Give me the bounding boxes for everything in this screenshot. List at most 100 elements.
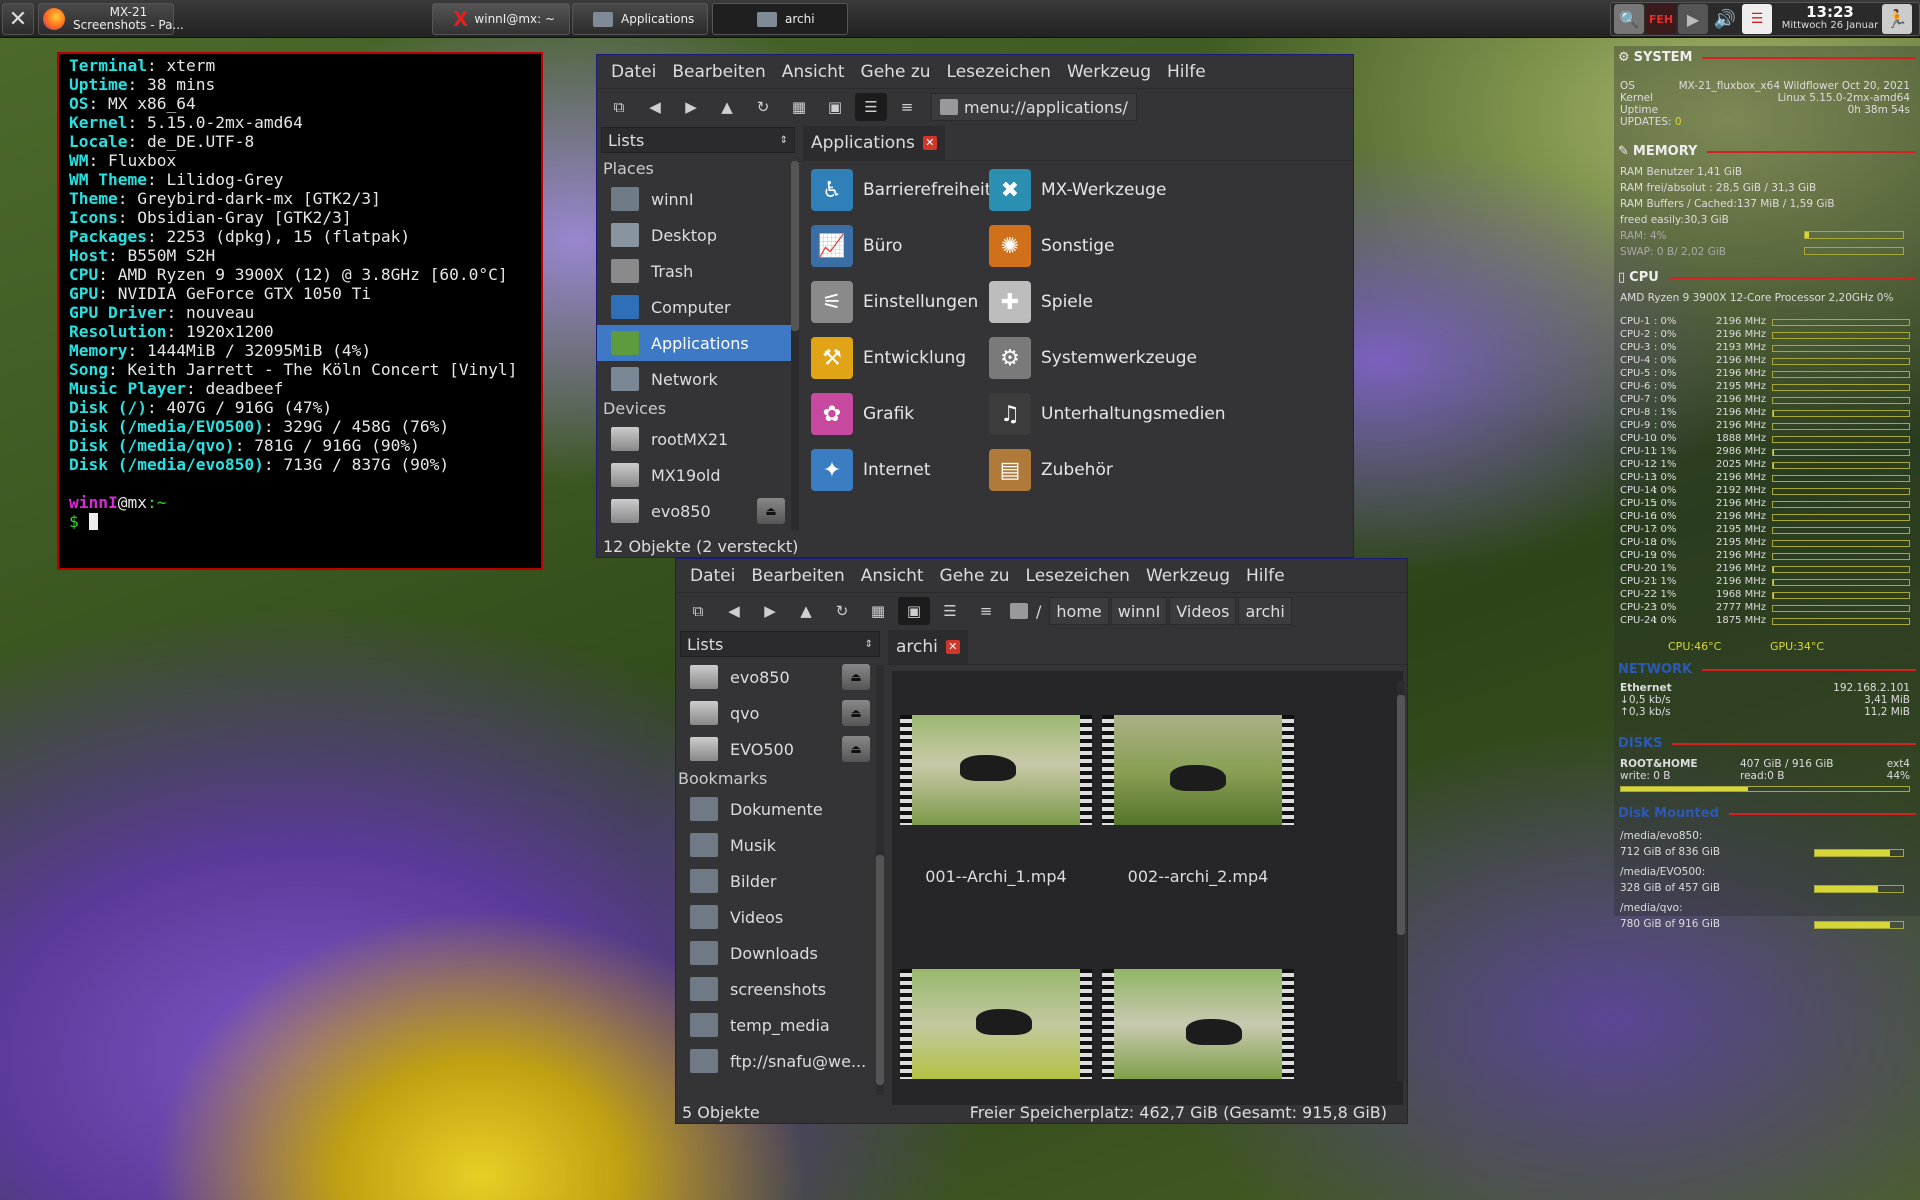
sidebar-item-network[interactable]: Network	[597, 361, 799, 397]
thumbnail-view-icon[interactable]: ▣	[819, 93, 851, 121]
close-tab-icon[interactable]: ✕	[922, 135, 937, 150]
app-category-systemwerkzeuge[interactable]: ⚙ Systemwerkzeuge	[989, 337, 1197, 379]
menu-item[interactable]: Datei	[690, 566, 735, 586]
app-category-internet[interactable]: ✦ Internet	[811, 449, 931, 491]
video-thumbnail[interactable]	[900, 969, 1092, 1079]
close-tab-icon[interactable]: ✕	[945, 639, 960, 654]
reload-icon[interactable]: ↻	[826, 597, 858, 625]
eject-icon[interactable]: ⏏	[842, 664, 870, 690]
path-segment[interactable]: Videos	[1169, 597, 1237, 625]
app-category-mx-werkzeuge[interactable]: ✖ MX-Werkzeuge	[989, 169, 1166, 211]
task-archi[interactable]: archi	[712, 3, 848, 35]
menu-item[interactable]: Gehe zu	[861, 62, 931, 82]
sidebar-bookmark[interactable]: Bilder	[676, 863, 884, 899]
app-category-grafik[interactable]: ✿ Grafik	[811, 393, 914, 435]
forward-arrow-icon[interactable]: ▶	[754, 597, 786, 625]
menu-item[interactable]: Bearbeiten	[672, 62, 765, 82]
sidebar-scrollbar[interactable]	[876, 665, 884, 1095]
compact-view-icon[interactable]: ☰	[855, 93, 887, 121]
icon-view-icon[interactable]: ▦	[862, 597, 894, 625]
screenshot-tool-icon[interactable]: 🔍	[1614, 4, 1644, 34]
tab-applications[interactable]: Applications ✕	[803, 125, 945, 160]
eject-icon[interactable]: ⏏	[842, 700, 870, 726]
sidebar-bookmark[interactable]: ftp://snafu@we...	[676, 1043, 884, 1079]
feh-icon[interactable]: FEH	[1646, 4, 1676, 34]
sidebar-item-computer[interactable]: Computer	[597, 289, 799, 325]
video-thumbnail[interactable]	[1102, 715, 1294, 825]
sidebar-bookmark[interactable]: Dokumente	[676, 791, 884, 827]
sidebar-device[interactable]: EVO500 ⏏	[676, 731, 884, 767]
sidebar-bookmark[interactable]: temp_media	[676, 1007, 884, 1043]
path-segment[interactable]: home	[1049, 597, 1109, 625]
menu-item[interactable]: Bearbeiten	[751, 566, 844, 586]
sidebar-bookmark[interactable]: Videos	[676, 899, 884, 935]
app-category-entwicklung[interactable]: ⚒ Entwicklung	[811, 337, 966, 379]
menu-item[interactable]: Hilfe	[1167, 62, 1206, 82]
path-segment[interactable]: winnI	[1110, 597, 1168, 625]
up-arrow-icon[interactable]: ▲	[790, 597, 822, 625]
logout-icon[interactable]: 🏃	[1882, 4, 1912, 34]
files-scrollbar[interactable]	[1397, 681, 1405, 1081]
menu-item[interactable]: Ansicht	[782, 62, 845, 82]
sidebar-mode-select[interactable]: Lists ⇕	[680, 631, 880, 657]
video-thumbnail[interactable]	[900, 715, 1092, 825]
task-xterm[interactable]: X winnI@mx: ~	[432, 3, 570, 35]
app-category-einstellungen[interactable]: ⚟ Einstellungen	[811, 281, 978, 323]
path-segment[interactable]: archi	[1238, 597, 1292, 625]
app-category-barrierefreiheit[interactable]: ♿ Barrierefreiheit	[811, 169, 991, 211]
sidebar-scrollbar[interactable]	[791, 161, 799, 531]
sidebar-device[interactable]: evo850 ⏏	[676, 659, 884, 695]
sidebar-device[interactable]: rootMX21	[597, 421, 799, 457]
sidebar-item-applications[interactable]: Applications	[597, 325, 799, 361]
sidebar-bookmark[interactable]: Downloads	[676, 935, 884, 971]
app-category-büro[interactable]: 📈 Büro	[811, 225, 902, 267]
task-firefox[interactable]: MX-21 Screenshots - Pa...	[38, 3, 184, 35]
thumbnail-view-icon[interactable]: ▣	[898, 597, 930, 625]
compact-view-icon[interactable]: ☰	[934, 597, 966, 625]
terminal-input-line[interactable]: $	[69, 512, 531, 531]
terminal-window[interactable]: Terminal: xterm Uptime: 38 mins OS: MX x86…	[57, 52, 543, 570]
media-play-icon[interactable]: ▶	[1678, 4, 1708, 34]
eject-icon[interactable]: ⏏	[757, 498, 785, 524]
menu-item[interactable]: Lesezeichen	[947, 62, 1051, 82]
task-applications[interactable]: Applications	[572, 3, 708, 35]
app-category-zubehör[interactable]: ▤ Zubehör	[989, 449, 1113, 491]
sidebar-item-trash[interactable]: Trash	[597, 253, 799, 289]
app-category-sonstige[interactable]: ✺ Sonstige	[989, 225, 1114, 267]
app-category-spiele[interactable]: ✚ Spiele	[989, 281, 1093, 323]
menu-item[interactable]: Ansicht	[861, 566, 924, 586]
forward-arrow-icon[interactable]: ▶	[675, 93, 707, 121]
tab-archi[interactable]: archi ✕	[888, 629, 968, 664]
menu-item[interactable]: Gehe zu	[940, 566, 1010, 586]
sidebar-bookmark[interactable]: Musik	[676, 827, 884, 863]
sidebar-device[interactable]: MX19old	[597, 457, 799, 493]
icon-view-icon[interactable]: ▦	[783, 93, 815, 121]
volume-icon[interactable]: 🔊	[1710, 4, 1740, 34]
sidebar-mode-select[interactable]: Lists ⇕	[601, 127, 795, 153]
menu-item[interactable]: Werkzeug	[1067, 62, 1151, 82]
sidebar-device[interactable]: evo850 ⏏	[597, 493, 799, 529]
menu-item[interactable]: Hilfe	[1246, 566, 1285, 586]
sidebar-device[interactable]: qvo ⏏	[676, 695, 884, 731]
eject-icon[interactable]: ⏏	[842, 736, 870, 762]
file-name[interactable]: 001--Archi_1.mp4	[896, 867, 1096, 886]
sidebar-item-desktop[interactable]: Desktop	[597, 217, 799, 253]
file-name[interactable]: 002--archi_2.mp4	[1098, 867, 1298, 886]
video-thumbnail[interactable]	[1102, 969, 1294, 1079]
menu-item[interactable]: Lesezeichen	[1026, 566, 1130, 586]
reload-icon[interactable]: ↻	[747, 93, 779, 121]
sidebar-item-winni[interactable]: winnI	[597, 181, 799, 217]
list-view-icon[interactable]: ≡	[891, 93, 923, 121]
back-arrow-icon[interactable]: ◀	[639, 93, 671, 121]
location-bar[interactable]: menu://applications/	[931, 93, 1137, 121]
path-segment[interactable]: /	[1030, 597, 1047, 625]
app-category-unterhaltungsmedien[interactable]: ♫ Unterhaltungsmedien	[989, 393, 1226, 435]
new-window-icon[interactable]: ⧉	[603, 93, 635, 121]
back-arrow-icon[interactable]: ◀	[718, 597, 750, 625]
new-window-icon[interactable]: ⧉	[682, 597, 714, 625]
sidebar-bookmark[interactable]: screenshots	[676, 971, 884, 1007]
list-view-icon[interactable]: ≡	[970, 597, 1002, 625]
menu-item[interactable]: Werkzeug	[1146, 566, 1230, 586]
up-arrow-icon[interactable]: ▲	[711, 93, 743, 121]
root-menu-button[interactable]: ✕	[2, 3, 34, 35]
